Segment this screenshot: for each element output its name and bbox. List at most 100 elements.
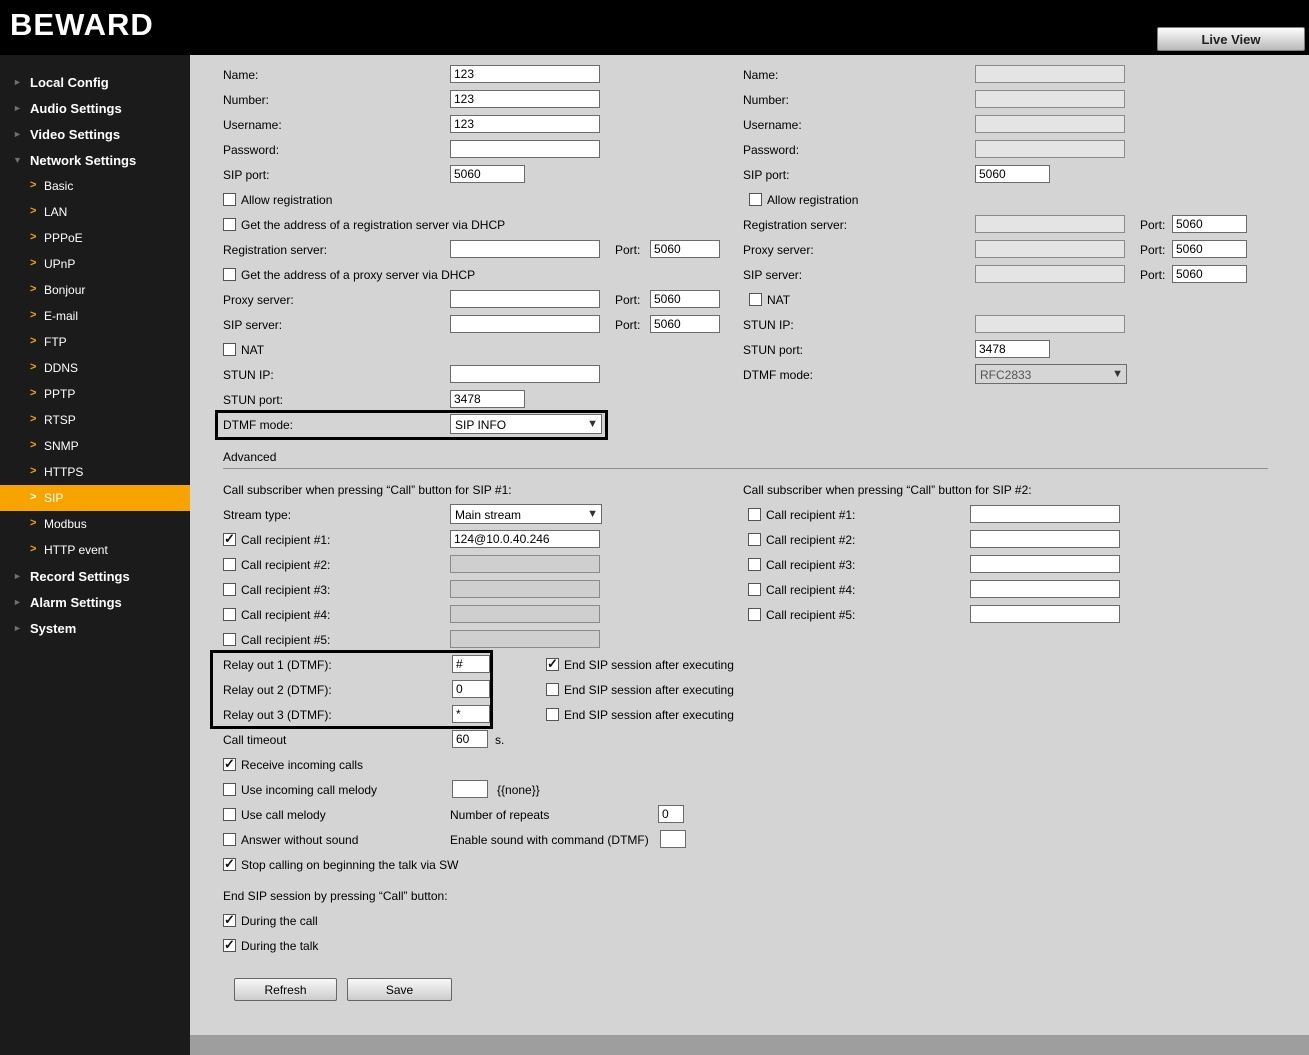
sip1-dtmf-mode-select[interactable]: SIP INFO ▼: [450, 414, 602, 434]
during-the-call-checkbox[interactable]: [223, 912, 236, 928]
stream-type-select[interactable]: Main stream ▼: [450, 504, 602, 524]
call-recipient-input[interactable]: [970, 605, 1120, 623]
save-button[interactable]: Save: [347, 978, 452, 1001]
call-recipient-input[interactable]: [970, 555, 1120, 573]
enable-sound-input[interactable]: [660, 830, 686, 848]
sip2-number-input[interactable]: [975, 90, 1125, 108]
sip1-username-input[interactable]: [450, 115, 600, 133]
sip1-registration-server-input[interactable]: [450, 240, 600, 258]
sip1-port-input[interactable]: [450, 165, 525, 183]
sip1-proxy-port-input[interactable]: [650, 290, 720, 308]
call-recipient-checkbox[interactable]: [748, 608, 761, 621]
sidebar-item-lan[interactable]: > LAN: [0, 199, 190, 225]
sip2-dtmf-mode-select[interactable]: RFC2833 ▼: [975, 364, 1127, 384]
sip2-proxy-port-input[interactable]: [1172, 240, 1247, 258]
call-recipient-input[interactable]: [970, 580, 1120, 598]
call-recipient-checkbox[interactable]: [748, 508, 761, 521]
call-recipient-checkbox[interactable]: [748, 533, 761, 546]
sidebar-item-ftp[interactable]: > FTP: [0, 329, 190, 355]
sip2-registration-server-input[interactable]: [975, 215, 1125, 233]
sip2-proxy-server-input[interactable]: [975, 240, 1125, 258]
sip1-number-input[interactable]: [450, 90, 600, 108]
sidebar-item-sip[interactable]: > SIP: [0, 485, 190, 511]
call-recipient-input[interactable]: [450, 630, 600, 648]
sidebar-item-e-mail[interactable]: > E-mail: [0, 303, 190, 329]
sidebar-item-http-event[interactable]: > HTTP event: [0, 537, 190, 563]
sip1-stun-port-input[interactable]: [450, 390, 525, 408]
end-sip-session-checkbox[interactable]: [546, 656, 559, 672]
sip2-stun-port-input[interactable]: [975, 340, 1050, 358]
sip1-stun-ip-input[interactable]: [450, 365, 600, 383]
arrow-right-icon: >: [30, 231, 37, 243]
call-recipient-checkbox[interactable]: [223, 531, 236, 547]
sip2-username-input[interactable]: [975, 115, 1125, 133]
call-recipient-input[interactable]: [450, 580, 600, 598]
sip1-nat-checkbox[interactable]: [223, 343, 236, 356]
sidebar-item-alarm-settings[interactable]: ► Alarm Settings: [0, 589, 190, 615]
number-of-repeats-input[interactable]: [658, 805, 684, 823]
receive-incoming-calls-checkbox[interactable]: [223, 756, 236, 772]
relay-dtmf-input[interactable]: [452, 680, 490, 698]
sip1-registration-port-input[interactable]: [650, 240, 720, 258]
call-recipient-checkbox[interactable]: [223, 583, 236, 596]
sidebar-item-network-settings[interactable]: ▼ Network Settings: [0, 147, 190, 173]
sip1-name-input[interactable]: [450, 65, 600, 83]
sidebar-item-rtsp[interactable]: > RTSP: [0, 407, 190, 433]
sip2-registration-port-input[interactable]: [1172, 215, 1247, 233]
sip2-stun-ip-input[interactable]: [975, 315, 1125, 333]
sip1-sip-server-port-input[interactable]: [650, 315, 720, 333]
use-incoming-call-melody-checkbox[interactable]: [223, 783, 236, 796]
use-call-melody-checkbox[interactable]: [223, 808, 236, 821]
live-view-button[interactable]: Live View: [1157, 27, 1305, 51]
end-sip-session-checkbox[interactable]: [546, 683, 559, 696]
sip2-nat-checkbox[interactable]: [749, 293, 762, 306]
sip1-allow-registration-checkbox[interactable]: [223, 193, 236, 206]
sidebar-item-pptp[interactable]: > PPTP: [0, 381, 190, 407]
call-recipient-input[interactable]: [970, 505, 1120, 523]
sidebar-item-video-settings[interactable]: ► Video Settings: [0, 121, 190, 147]
answer-without-sound-checkbox[interactable]: [223, 833, 236, 846]
sidebar-item-local-config[interactable]: ► Local Config: [0, 69, 190, 95]
stop-calling-checkbox[interactable]: [223, 856, 236, 872]
sidebar-item-https[interactable]: > HTTPS: [0, 459, 190, 485]
sip2-password-input[interactable]: [975, 140, 1125, 158]
sidebar-item-modbus[interactable]: > Modbus: [0, 511, 190, 537]
sidebar-item-basic[interactable]: > Basic: [0, 173, 190, 199]
sip1-password-input[interactable]: [450, 140, 600, 158]
sip1-proxy-dhcp-checkbox[interactable]: [223, 268, 236, 281]
sidebar-item-ddns[interactable]: > DDNS: [0, 355, 190, 381]
sidebar-item-upnp[interactable]: > UPnP: [0, 251, 190, 277]
end-sip-session-checkbox[interactable]: [546, 708, 559, 721]
sip2-port-input[interactable]: [975, 165, 1050, 183]
sidebar-item-system[interactable]: ► System: [0, 615, 190, 641]
call-recipient-input[interactable]: [450, 605, 600, 623]
call-recipient-input[interactable]: [450, 555, 600, 573]
sidebar-item-pppoe[interactable]: > PPPoE: [0, 225, 190, 251]
incoming-melody-input[interactable]: [452, 780, 488, 798]
call-recipient-checkbox[interactable]: [748, 583, 761, 596]
sip2-name-input[interactable]: [975, 65, 1125, 83]
sip1-proxy-server-input[interactable]: [450, 290, 600, 308]
call-recipient-input[interactable]: [970, 530, 1120, 548]
relay-dtmf-input[interactable]: [452, 655, 490, 673]
refresh-button[interactable]: Refresh: [234, 978, 337, 1001]
sip2-sip-server-port-input[interactable]: [1172, 265, 1247, 283]
arrow-right-icon: >: [30, 361, 37, 373]
sip2-sip-server-input[interactable]: [975, 265, 1125, 283]
number-label: Number:: [743, 93, 790, 107]
sidebar-item-bonjour[interactable]: > Bonjour: [0, 277, 190, 303]
sidebar-item-record-settings[interactable]: ► Record Settings: [0, 563, 190, 589]
sidebar-item-snmp[interactable]: > SNMP: [0, 433, 190, 459]
sidebar-item-audio-settings[interactable]: ► Audio Settings: [0, 95, 190, 121]
sip1-sip-server-input[interactable]: [450, 315, 600, 333]
during-the-talk-checkbox[interactable]: [223, 937, 236, 953]
call-recipient-checkbox[interactable]: [223, 608, 236, 621]
call-timeout-input[interactable]: [452, 730, 488, 748]
call-recipient-input[interactable]: [450, 530, 600, 548]
call-recipient-checkbox[interactable]: [223, 633, 236, 646]
call-recipient-checkbox[interactable]: [748, 558, 761, 571]
relay-dtmf-input[interactable]: [452, 705, 490, 723]
sip2-allow-registration-checkbox[interactable]: [749, 193, 762, 206]
sip1-registration-dhcp-checkbox[interactable]: [223, 218, 236, 231]
call-recipient-checkbox[interactable]: [223, 558, 236, 571]
